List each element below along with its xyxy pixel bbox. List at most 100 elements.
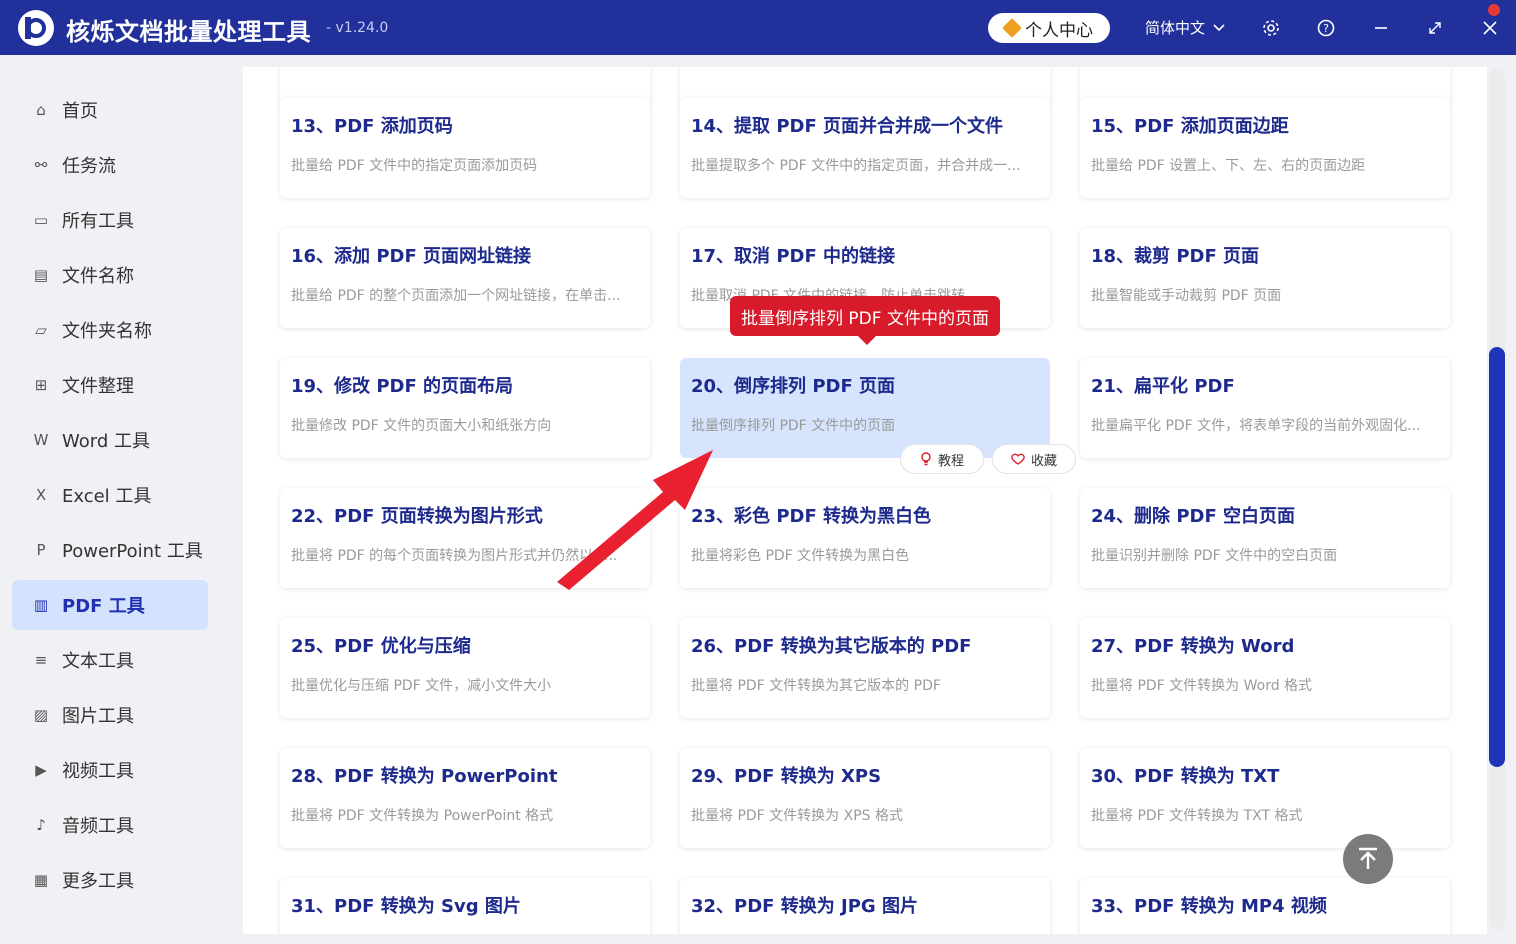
tool-card-title: 21、扁平化 PDF bbox=[1091, 376, 1235, 397]
tool-card-description: 批量给 PDF 的整个页面添加一个网址链接，在单击... bbox=[291, 288, 621, 304]
tool-card-title: 29、PDF 转换为 XPS bbox=[691, 766, 882, 787]
language-label: 简体中文 bbox=[1145, 19, 1206, 37]
sidebar-item-label: 图片工具 bbox=[62, 706, 134, 727]
tool-card[interactable]: 16、添加 PDF 页面网址链接 批量给 PDF 的整个页面添加一个网址链接，在单… bbox=[280, 228, 650, 328]
tool-card[interactable]: 33、PDF 转换为 MP4 视频 bbox=[1080, 878, 1450, 934]
organize-icon: ⊞ bbox=[34, 376, 48, 394]
tutorial-button[interactable]: 教程 bbox=[900, 444, 984, 474]
tool-card[interactable]: 18、裁剪 PDF 页面 批量智能或手动裁剪 PDF 页面 bbox=[1080, 228, 1450, 328]
tool-card-description: 批量将 PDF 文件转换为 PowerPoint 格式 bbox=[291, 808, 554, 824]
sidebar-item-label: 更多工具 bbox=[62, 871, 134, 892]
tooltip: 批量倒序排列 PDF 文件中的页面 bbox=[730, 296, 1000, 345]
tool-card-title: 28、PDF 转换为 PowerPoint bbox=[291, 766, 558, 787]
sidebar-item-label: 文件名称 bbox=[62, 266, 134, 287]
lightbulb-icon bbox=[921, 452, 931, 466]
tool-card[interactable]: 32、PDF 转换为 JPG 图片 bbox=[680, 878, 1050, 934]
sidebar-item-label: 所有工具 bbox=[62, 211, 134, 232]
maximize-icon[interactable] bbox=[1420, 13, 1450, 43]
tool-card[interactable]: 31、PDF 转换为 Svg 图片 bbox=[280, 878, 650, 934]
language-select[interactable]: 简体中文 bbox=[1145, 17, 1225, 38]
sidebar-item-label: 音频工具 bbox=[62, 816, 134, 837]
app-version: - v1.24.0 bbox=[326, 20, 389, 36]
folder-icon: ▱ bbox=[35, 321, 47, 339]
tool-card-title: 32、PDF 转换为 JPG 图片 bbox=[691, 896, 918, 917]
sidebar-item-3[interactable]: ▤ 文件名称 bbox=[12, 250, 208, 300]
settings-icon[interactable] bbox=[1256, 13, 1286, 43]
tool-card-title: 33、PDF 转换为 MP4 视频 bbox=[1091, 896, 1327, 917]
tool-card-title: 31、PDF 转换为 Svg 图片 bbox=[291, 896, 521, 917]
tool-card-description: 批量识别并删除 PDF 文件中的空白页面 bbox=[1091, 548, 1338, 564]
tool-card-title: 14、提取 PDF 页面并合并成一个文件 bbox=[691, 116, 1004, 137]
tool-card[interactable]: 14、提取 PDF 页面并合并成一个文件 批量提取多个 PDF 文件中的指定页面，… bbox=[680, 98, 1050, 198]
tool-card-description: 批量给 PDF 文件中的指定页面添加页码 bbox=[291, 158, 538, 174]
tool-card[interactable]: 15、PDF 添加页面边距批量给 PDF 设置上、下、左、右的页面边距 bbox=[1080, 98, 1450, 198]
sidebar-item-4[interactable]: ▱ 文件夹名称 bbox=[12, 305, 208, 355]
profile-button[interactable]: 个人中心 bbox=[988, 13, 1110, 43]
tool-card[interactable]: 20、倒序排列 PDF 页面 批量倒序排列 PDF 文件中的页面 bbox=[680, 358, 1050, 458]
sidebar: ⌂ 首页 ⚯ 任务流 ▭ 所有工具 ▤ 文件名称 ▱ 文件夹名称 ⊞ 文件整理 W Word 工具 X Exc… bbox=[0, 55, 230, 944]
sidebar-item-label: PowerPoint 工具 bbox=[62, 541, 203, 562]
video-icon: ▶ bbox=[35, 761, 47, 779]
sidebar-item-13[interactable]: ♪ 音频工具 bbox=[12, 800, 208, 850]
tool-card[interactable]: 21、扁平化 PDF 批量扁平化 PDF 文件，将表单字段的当前外观固化... bbox=[1080, 358, 1450, 458]
close-icon[interactable] bbox=[1475, 13, 1505, 43]
home-icon: ⌂ bbox=[36, 101, 46, 119]
tool-card-title: 18、裁剪 PDF 页面 bbox=[1091, 246, 1260, 267]
tool-card[interactable]: 27、PDF 转换为 Word 批量将 PDF 文件转换为 Word 格式 bbox=[1080, 618, 1450, 718]
tool-card-description: 批量将 PDF 文件转换为 XPS 格式 bbox=[691, 808, 903, 824]
favorite-button[interactable]: 收藏 bbox=[992, 444, 1076, 474]
minimize-icon[interactable] bbox=[1366, 13, 1396, 43]
tool-card-description: 批量给 PDF 设置上、下、左、右的页面边距 bbox=[1091, 158, 1366, 174]
sidebar-item-10[interactable]: ≡ 文本工具 bbox=[12, 635, 208, 685]
grid-icon: ▦ bbox=[33, 871, 49, 889]
workflow-icon: ⚯ bbox=[34, 156, 48, 174]
image-icon: ▨ bbox=[33, 706, 49, 724]
sidebar-item-9[interactable]: ▥ PDF 工具 bbox=[12, 580, 208, 630]
tool-card[interactable]: 24、删除 PDF 空白页面批量识别并删除 PDF 文件中的空白页面 bbox=[1080, 488, 1450, 588]
sidebar-item-0[interactable]: ⌂ 首页 bbox=[12, 85, 208, 135]
profile-label: 个人中心 bbox=[1025, 20, 1093, 41]
sidebar-item-12[interactable]: ▶ 视频工具 bbox=[12, 745, 208, 795]
tool-card-description: 批量将 PDF 文件转换为其它版本的 PDF bbox=[691, 678, 941, 694]
svg-text:?: ? bbox=[1323, 22, 1329, 35]
tool-card-title: 13、PDF 添加页码 bbox=[291, 116, 453, 137]
sidebar-item-6[interactable]: W Word 工具 bbox=[12, 415, 208, 465]
sidebar-item-label: PDF 工具 bbox=[62, 596, 145, 617]
sidebar-item-2[interactable]: ▭ 所有工具 bbox=[12, 195, 208, 245]
sidebar-item-label: 文件整理 bbox=[62, 376, 134, 397]
excel-icon: X bbox=[35, 486, 47, 504]
file-name-icon: ▤ bbox=[33, 266, 49, 284]
tool-card[interactable]: 13、PDF 添加页码批量给 PDF 文件中的指定页面添加页码 bbox=[280, 98, 650, 198]
sidebar-item-label: 视频工具 bbox=[62, 761, 134, 782]
sidebar-item-1[interactable]: ⚯ 任务流 bbox=[12, 140, 208, 190]
sidebar-item-8[interactable]: P PowerPoint 工具 bbox=[12, 525, 208, 575]
tool-card-title: 26、PDF 转换为其它版本的 PDF bbox=[691, 636, 972, 657]
tool-card-description: 批量优化与压缩 PDF 文件，减小文件大小 bbox=[291, 678, 552, 694]
app-logo-icon bbox=[18, 10, 54, 46]
tool-card[interactable]: 29、PDF 转换为 XPS 批量将 PDF 文件转换为 XPS 格式 bbox=[680, 748, 1050, 848]
sidebar-item-7[interactable]: X Excel 工具 bbox=[12, 470, 208, 520]
sidebar-item-label: 任务流 bbox=[62, 156, 116, 177]
tool-card-description: 批量倒序排列 PDF 文件中的页面 bbox=[691, 418, 896, 434]
tool-card-title: 15、PDF 添加页面边距 bbox=[1091, 116, 1289, 137]
word-icon: W bbox=[33, 431, 49, 449]
tool-card-title: 24、删除 PDF 空白页面 bbox=[1091, 506, 1296, 527]
sidebar-item-11[interactable]: ▨ 图片工具 bbox=[12, 690, 208, 740]
back-to-top-button[interactable] bbox=[1343, 834, 1393, 884]
heart-icon bbox=[1011, 453, 1025, 465]
tool-grid: 13、PDF 添加页码批量给 PDF 文件中的指定页面添加页码 14、提取 PDF… bbox=[243, 67, 1487, 934]
tool-card[interactable]: 26、PDF 转换为其它版本的 PDF 批量将 PDF 文件转换为其它版本的 PD… bbox=[680, 618, 1050, 718]
sidebar-item-label: 首页 bbox=[62, 101, 98, 122]
sidebar-item-5[interactable]: ⊞ 文件整理 bbox=[12, 360, 208, 410]
scrollbar-thumb[interactable] bbox=[1489, 347, 1505, 767]
sidebar-item-14[interactable]: ▦ 更多工具 bbox=[12, 855, 208, 905]
app-title: 核烁文档批量处理工具 bbox=[66, 18, 311, 46]
tool-card[interactable]: 23、彩色 PDF 转换为黑白色 批量将彩色 PDF 文件转换为黑白色 bbox=[680, 488, 1050, 588]
tool-card[interactable]: 30、PDF 转换为 TXT 批量将 PDF 文件转换为 TXT 格式 bbox=[1080, 748, 1450, 848]
tool-card[interactable]: 25、PDF 优化与压缩 批量优化与压缩 PDF 文件，减小文件大小 bbox=[280, 618, 650, 718]
tool-card-description: 批量将 PDF 文件转换为 TXT 格式 bbox=[1091, 808, 1303, 824]
help-icon[interactable]: ? bbox=[1311, 13, 1341, 43]
monitor-icon: ▭ bbox=[33, 211, 49, 229]
audio-icon: ♪ bbox=[36, 816, 46, 834]
tool-card[interactable]: 28、PDF 转换为 PowerPoint 批量将 PDF 文件转换为 Power… bbox=[280, 748, 650, 848]
